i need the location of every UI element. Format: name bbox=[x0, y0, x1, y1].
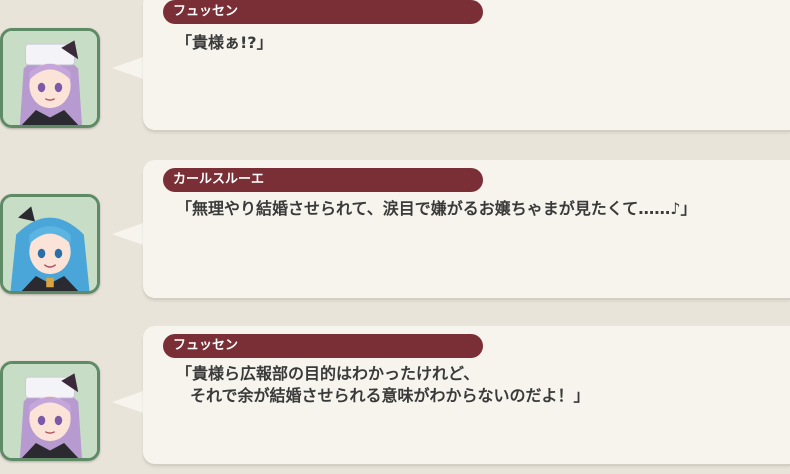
speech-tail-icon bbox=[112, 390, 146, 414]
speech-tail-icon bbox=[112, 222, 146, 246]
dialogue-line: 「貴様ら広報部の目的はわかったけれど、 bbox=[176, 364, 480, 383]
speaker-nameplate: フュッセン bbox=[163, 0, 483, 24]
speech-tail-icon bbox=[112, 56, 146, 80]
speaker-nameplate: カールスルーエ bbox=[163, 168, 483, 192]
dialogue-entry: フュッセン 「貴様ら広報部の目的はわかったけれど、 それで余が結婚させられる意味… bbox=[0, 326, 790, 474]
dialogue-line: 「貴様ぁ!?」 bbox=[176, 33, 273, 52]
dialogue-entry: カールスルーエ 「無理やり結婚させられて、涙目で嫌がるお嬢ちゃまが見たくて……♪… bbox=[0, 160, 790, 308]
karlsruhe-portrait-icon bbox=[0, 194, 100, 294]
fussen-portrait-icon bbox=[0, 28, 100, 128]
speaker-nameplate: フュッセン bbox=[163, 334, 483, 358]
dialogue-line: 「無理やり結婚させられて、涙目で嫌がるお嬢ちゃまが見たくて……♪」 bbox=[176, 199, 697, 218]
fussen-portrait-icon bbox=[0, 361, 100, 461]
dialogue-entry: フュッセン 「貴様ぁ!?」 bbox=[0, 0, 790, 140]
dialogue-line: それで余が結婚させられる意味がわからないのだよ！」 bbox=[190, 386, 590, 405]
